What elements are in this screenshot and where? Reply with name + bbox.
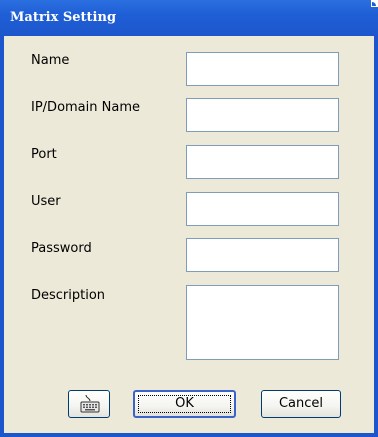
password-input[interactable] <box>186 238 339 272</box>
title-bar-corner <box>371 0 378 7</box>
port-input[interactable] <box>186 145 339 179</box>
cancel-button[interactable]: Cancel <box>261 390 341 418</box>
description-label: Description <box>31 288 106 303</box>
focus-rectangle <box>138 395 231 413</box>
name-input[interactable] <box>186 52 339 86</box>
window-title: Matrix Setting <box>10 10 117 25</box>
password-label: Password <box>31 241 92 256</box>
description-textarea[interactable] <box>186 285 339 360</box>
port-label: Port <box>31 147 57 162</box>
matrix-setting-dialog: Matrix Setting Name IP/Domain Name Port … <box>0 0 378 437</box>
ip-domain-name-label: IP/Domain Name <box>31 100 140 115</box>
cancel-button-label: Cancel <box>278 396 324 411</box>
ok-button[interactable]: OK <box>133 390 236 418</box>
ip-domain-name-input[interactable] <box>186 98 339 132</box>
name-label: Name <box>31 53 70 68</box>
title-bar[interactable]: Matrix Setting <box>0 0 378 36</box>
window-frame-left <box>0 36 4 437</box>
user-label: User <box>31 194 61 209</box>
user-input[interactable] <box>186 192 339 226</box>
window-frame-bottom <box>0 433 378 437</box>
keyboard-button[interactable] <box>68 390 110 418</box>
window-frame-right <box>374 36 378 437</box>
